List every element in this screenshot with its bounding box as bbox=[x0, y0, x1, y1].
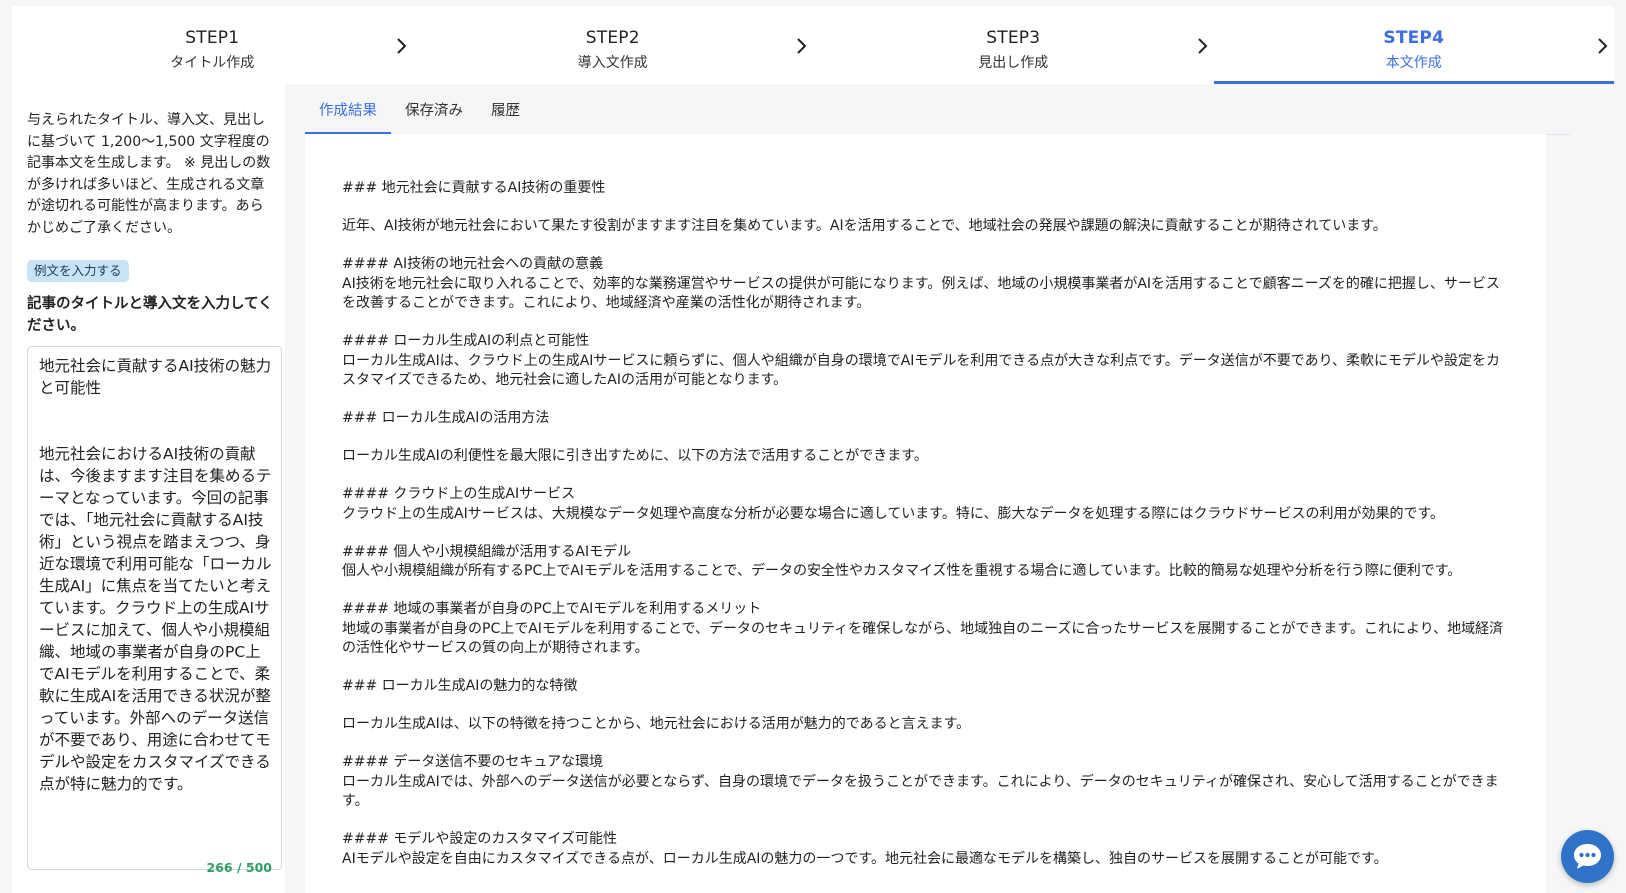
step-4[interactable]: STEP4 本文作成 bbox=[1213, 6, 1615, 84]
sidebar: 与えられたタイトル、導入文、見出しに基づいて 1,200〜1,500 文字程度の… bbox=[12, 84, 285, 893]
tab-saved[interactable]: 保存済み bbox=[391, 94, 477, 133]
result-paragraph: ローカル生成AIは、以下の特徴を持つことから、地元社会における活用が魅力的である… bbox=[342, 716, 971, 732]
stepper: STEP1 タイトル作成 STEP2 導入文作成 STEP3 見出し作成 STE… bbox=[12, 6, 1614, 84]
step-1-label: タイトル作成 bbox=[170, 55, 255, 71]
chat-button[interactable] bbox=[1561, 830, 1614, 883]
result-paragraph: #### 地域の事業者が自身のPC上でAIモデルを利用するメリット 地域の事業者… bbox=[342, 601, 1504, 656]
result-paragraph: ### ローカル生成AIの魅力的な特徴 bbox=[342, 678, 578, 694]
chevron-right-icon bbox=[1598, 38, 1608, 54]
result-panel: ### 地元社会に貢献するAI技術の重要性 近年、AI技術が地元社会において果た… bbox=[305, 134, 1546, 893]
chat-bubble-icon bbox=[1574, 844, 1601, 869]
result-tabs: 作成結果 保存済み 履歴 bbox=[305, 94, 1570, 135]
result-content: ### 地元社会に貢献するAI技術の重要性 近年、AI技術が地元社会において果た… bbox=[342, 179, 1512, 888]
tab-result[interactable]: 作成結果 bbox=[305, 94, 391, 134]
step-3-label: 見出し作成 bbox=[978, 55, 1049, 71]
input-label: 記事のタイトルと導入文を入力してください。 bbox=[27, 296, 273, 334]
step-3-number: STEP3 bbox=[986, 28, 1041, 48]
main-panel: 作成結果 保存済み 履歴 ### 地元社会に貢献するAI技術の重要性 近年、AI… bbox=[285, 84, 1614, 893]
result-paragraph: ### 地元社会に貢献するAI技術の重要性 bbox=[342, 180, 606, 196]
app-root: STEP1 タイトル作成 STEP2 導入文作成 STEP3 見出し作成 STE… bbox=[0, 0, 1626, 893]
result-paragraph: #### モデルや設定のカスタマイズ可能性 AIモデルや設定を自由にカスタマイズ… bbox=[342, 831, 1388, 867]
result-paragraph: #### ローカル生成AIの利点と可能性 ローカル生成AIは、クラウド上の生成A… bbox=[342, 333, 1501, 388]
result-paragraph: #### 個人や小規模組織が活用するAIモデル 個人や小規模組織が所有するPC上… bbox=[342, 543, 1462, 580]
result-paragraph: #### AI技術の地元社会への貢献の意義 AI技術を地元社会に取り入れることで… bbox=[342, 256, 1500, 311]
chevron-right-icon bbox=[797, 38, 807, 54]
step-1-number: STEP1 bbox=[185, 28, 240, 48]
step-3[interactable]: STEP3 見出し作成 bbox=[813, 6, 1214, 84]
title-intro-input[interactable]: 地元社会に貢献するAI技術の魅力と可能性 地元社会におけるAI技術の貢献は、今後… bbox=[27, 346, 282, 870]
step-2-label: 導入文作成 bbox=[577, 55, 648, 71]
step-4-number: STEP4 bbox=[1383, 28, 1445, 48]
result-paragraph: #### クラウド上の生成AIサービス クラウド上の生成AIサービスは、大規模な… bbox=[342, 486, 1445, 522]
step-2-number: STEP2 bbox=[585, 28, 640, 48]
result-paragraph: 近年、AI技術が地元社会において果たす役割がますます注目を集めています。AIを活… bbox=[342, 218, 1387, 234]
step-1[interactable]: STEP1 タイトル作成 bbox=[12, 6, 413, 84]
result-paragraph: ### ローカル生成AIの活用方法 bbox=[342, 410, 550, 426]
result-paragraph: ローカル生成AIの利便性を最大限に引き出すために、以下の方法で活用することができ… bbox=[342, 448, 928, 464]
step-4-label: 本文作成 bbox=[1385, 55, 1442, 71]
result-paragraph: #### データ送信不要のセキュアな環境 ローカル生成AIでは、外部へのデータ送… bbox=[342, 754, 1499, 809]
sidebar-description: 与えられたタイトル、導入文、見出しに基づいて 1,200〜1,500 文字程度の… bbox=[27, 112, 271, 236]
step-2[interactable]: STEP2 導入文作成 bbox=[413, 6, 814, 84]
tab-history[interactable]: 履歴 bbox=[477, 94, 534, 133]
char-count: 266 / 500 bbox=[206, 860, 272, 875]
chevron-right-icon bbox=[396, 38, 406, 54]
example-button[interactable]: 例文を入力する bbox=[27, 260, 129, 282]
chevron-right-icon bbox=[1197, 38, 1207, 54]
